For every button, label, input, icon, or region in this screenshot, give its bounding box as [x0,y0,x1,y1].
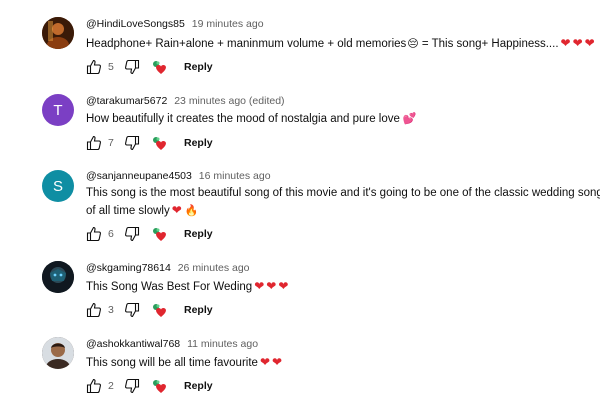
thumbs-up-icon[interactable] [86,59,102,75]
thumbs-down-icon[interactable] [124,59,140,75]
thumbs-up-icon[interactable] [86,302,102,318]
comment-text: How beautifully it creates the mood of n… [86,112,417,125]
heart-emoji-icon: ❤ [272,355,283,369]
comment-text: This Song Was Best For Weding ❤ ❤ ❤ [86,279,288,293]
heart-emoji-icon: ❤ [254,279,265,293]
thumbs-up-icon[interactable] [86,378,102,394]
avatar-photo [42,337,74,369]
reply-button[interactable]: Reply [184,137,213,149]
avatar-photo [42,261,74,293]
like-count: 7 [108,137,114,149]
avatar-letter: T [53,101,63,119]
creator-heart-icon [152,135,170,151]
thumbs-down-icon[interactable] [124,135,140,151]
reply-button[interactable]: Reply [184,61,213,73]
author-name[interactable]: @ashokkantiwal768 [86,338,180,350]
avatar[interactable]: S [42,170,74,202]
comment-text: Headphone+ Rain+alone + maninmum volume … [86,36,595,50]
avatar-letter: S [52,177,63,195]
heart-emoji-icon: ❤ [278,279,289,293]
thumbs-down-icon[interactable] [124,302,140,318]
creator-heart-icon [152,59,170,75]
heart-emoji-icon: ❤ [584,36,595,50]
like-count: 5 [108,61,114,73]
thumbs-up-icon[interactable] [86,226,102,242]
comment-actions: 3 Reply [86,301,213,319]
reply-button[interactable]: Reply [184,380,213,392]
comment-text-part: This song will be all time favourite [86,357,258,369]
comment-text-part: Headphone+ Rain+alone + maninmum volume … [86,38,407,50]
avatar-photo [42,17,74,49]
comment-text-part: of all time slowly [86,205,170,217]
author-name[interactable]: @tarakumar5672 [86,95,167,107]
reply-button[interactable]: Reply [184,304,213,316]
comment-actions: 7 Reply [86,134,213,152]
comment-meta: @skgaming78614 26 minutes ago [86,262,250,274]
timestamp[interactable]: 16 minutes ago [199,170,271,182]
comment-text-line2: of all time slowly ❤ 🔥 [86,203,198,217]
comment-actions: 5 Reply [86,58,213,76]
heart-emoji-icon: ❤ [259,355,270,369]
sad-emoji-icon: 😔 [407,38,419,50]
comment-text-part: This song is the most beautiful song of … [86,187,600,199]
comment-actions: 6 Reply [86,225,213,243]
creator-heart-icon [152,302,170,318]
thumbs-down-icon[interactable] [124,378,140,394]
comment-meta: @ashokkantiwal768 11 minutes ago [86,338,258,350]
thumbs-down-icon[interactable] [124,226,140,242]
timestamp[interactable]: 11 minutes ago [187,338,258,350]
like-count: 2 [108,380,114,392]
hearts-emoji-icon: 💕 [402,113,417,125]
avatar[interactable]: T [42,94,74,126]
comment-text-part: = This song+ Happiness.... [418,38,559,50]
comment-actions: 2 Reply [86,377,213,395]
fire-emoji-icon: 🔥 [184,205,199,217]
comment-meta: @tarakumar5672 23 minutes ago (edited) [86,95,285,107]
creator-heart-icon [152,378,170,394]
creator-heart-icon [152,226,170,242]
comment-text-part: This Song Was Best For Weding [86,281,253,293]
avatar[interactable] [42,17,74,49]
like-count: 3 [108,304,114,316]
comment-text-part: How beautifully it creates the mood of n… [86,113,400,125]
like-count: 6 [108,228,114,240]
author-name[interactable]: @HindiLoveSongs85 [86,18,185,30]
heart-emoji-icon: ❤ [171,203,182,217]
thumbs-up-icon[interactable] [86,135,102,151]
comment-text: This song will be all time favourite ❤ ❤ [86,355,282,369]
comment-meta: @sanjanneupane4503 16 minutes ago [86,170,271,182]
timestamp[interactable]: 19 minutes ago [192,18,264,30]
timestamp[interactable]: 23 minutes ago (edited) [174,95,284,107]
avatar[interactable] [42,337,74,369]
comment-text: This song is the most beautiful song of … [86,187,600,199]
avatar[interactable] [42,261,74,293]
heart-emoji-icon: ❤ [572,36,583,50]
author-name[interactable]: @skgaming78614 [86,262,171,274]
heart-emoji-icon: ❤ [266,279,277,293]
heart-emoji-icon: ❤ [560,36,571,50]
comment-meta: @HindiLoveSongs85 19 minutes ago [86,18,264,30]
reply-button[interactable]: Reply [184,228,213,240]
author-name[interactable]: @sanjanneupane4503 [86,170,192,182]
timestamp[interactable]: 26 minutes ago [178,262,250,274]
